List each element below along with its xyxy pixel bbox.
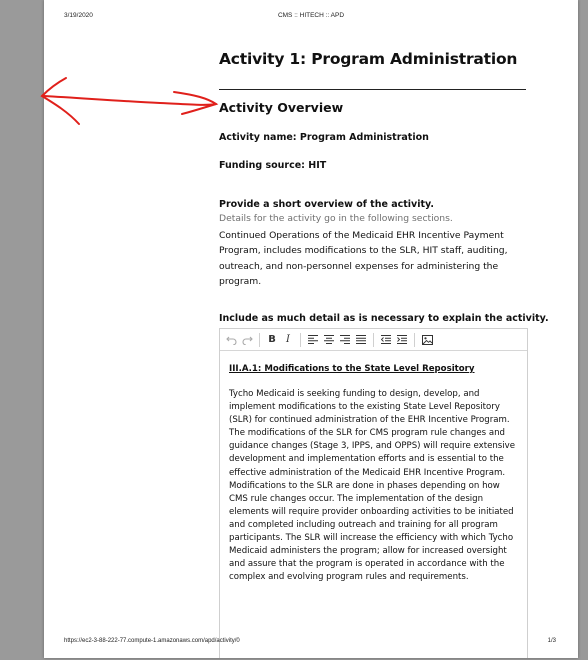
toolbar-separator [373,332,374,347]
image-icon[interactable] [419,332,435,348]
align-justify-icon[interactable] [353,332,369,348]
align-right-icon[interactable] [337,332,353,348]
align-center-icon[interactable] [321,332,337,348]
italic-icon[interactable]: I [280,332,296,348]
section-title: Activity Overview [219,100,344,115]
red-arrow-annotation [40,77,219,125]
editor-paragraph: Tycho Medicaid is seeking funding to des… [229,389,516,583]
indent-icon[interactable] [394,332,410,348]
align-left-icon[interactable] [305,332,321,348]
detail-question: Include as much detail as is necessary t… [219,313,549,324]
editor-content[interactable]: III.A.1: Modifications to the State Leve… [220,351,527,584]
title-divider [219,89,526,90]
print-footer-url: https://ec2-3-88-222-77.compute-1.amazon… [64,638,240,644]
overview-hint: Details for the activity go in the follo… [219,213,453,224]
overview-answer: Continued Operations of the Medicaid EHR… [219,230,508,287]
outdent-icon[interactable] [378,332,394,348]
funding-source: Funding source: HIT [219,160,327,171]
redo-icon[interactable] [239,332,255,348]
activity-name: Activity name: Program Administration [219,132,429,143]
toolbar-separator [259,332,260,347]
rich-text-editor[interactable]: B I III.A.1: Modifications to the State … [219,328,528,658]
editor-toolbar: B I [220,329,527,351]
editor-heading: III.A.1: Modifications to the State Leve… [229,364,475,374]
undo-icon[interactable] [223,332,239,348]
bold-icon[interactable]: B [264,332,280,348]
print-page-number: 1/3 [547,638,556,644]
toolbar-separator [414,332,415,347]
overview-question: Provide a short overview of the activity… [219,199,434,210]
page-title: Activity 1: Program Administration [219,50,518,68]
toolbar-separator [300,332,301,347]
